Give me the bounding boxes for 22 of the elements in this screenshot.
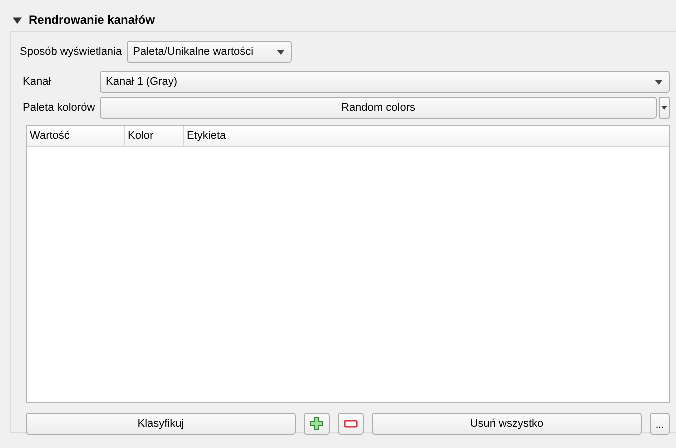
column-header[interactable]: Wartość <box>27 126 125 146</box>
more-button[interactable]: ... <box>650 413 670 435</box>
field-label: Paleta kolorów <box>23 102 96 114</box>
color-ramp-menu-button[interactable] <box>659 97 670 119</box>
column-header[interactable]: Kolor <box>125 126 184 146</box>
field-label: Sposób wyświetlania <box>20 46 122 58</box>
render-type-dropdown[interactable]: Paleta/Unikalne wartości <box>127 41 292 63</box>
column-header[interactable]: Etykieta <box>184 126 669 146</box>
remove-button[interactable] <box>338 413 364 435</box>
collapse-arrow-icon[interactable] <box>13 16 22 24</box>
remove-all-button[interactable]: Usuń wszystko <box>372 413 642 435</box>
plus-icon <box>310 417 324 431</box>
color-ramp-button[interactable]: Random colors <box>100 97 657 119</box>
section-title: Rendrowanie kanałów <box>29 13 156 27</box>
field-label: Kanał <box>23 76 52 88</box>
classify-button[interactable]: Klasyfikuj <box>26 413 296 435</box>
band-dropdown[interactable]: Kanał 1 (Gray) <box>100 71 670 93</box>
minus-icon <box>344 420 358 428</box>
dropdown-arrow-icon <box>661 106 668 110</box>
dropdown-arrow-icon <box>655 80 663 84</box>
dropdown-arrow-icon <box>277 50 286 54</box>
add-button[interactable] <box>304 413 330 435</box>
